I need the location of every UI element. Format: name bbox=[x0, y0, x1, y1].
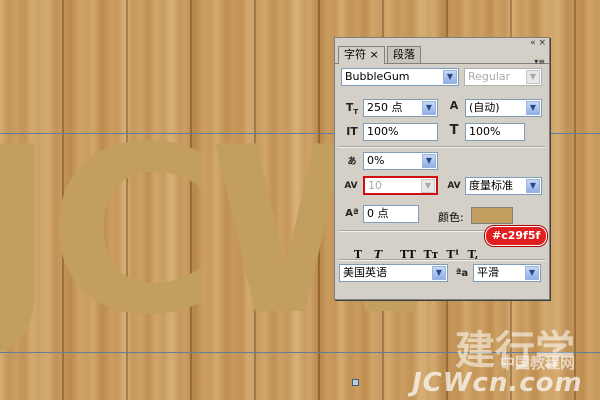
tsume-icon: あ bbox=[347, 157, 357, 167]
kerning-select[interactable]: 10 ▼ bbox=[363, 176, 438, 195]
font-style-select[interactable]: Regular ▼ bbox=[464, 68, 542, 86]
anti-alias-icon: ªa bbox=[455, 268, 469, 279]
baseline-shift-icon: Aª bbox=[345, 208, 359, 219]
panel-menu-icon[interactable]: ▾≡ bbox=[534, 57, 545, 66]
panel-divider bbox=[339, 259, 545, 261]
chevron-down-icon: ▼ bbox=[526, 70, 540, 84]
baseline-shift-value: 0 点 bbox=[367, 207, 389, 220]
color-hex-callout: #c29f5f bbox=[485, 226, 548, 246]
tab-character[interactable]: 字符 × bbox=[338, 46, 385, 64]
leading-icon: A bbox=[449, 99, 459, 112]
vertical-scale-icon: IT bbox=[346, 125, 358, 138]
panel-divider bbox=[339, 146, 545, 148]
chevron-down-icon: ▼ bbox=[422, 154, 436, 168]
color-label: 颜色: bbox=[438, 211, 464, 224]
chevron-down-icon: ▼ bbox=[526, 101, 540, 115]
language-select[interactable]: 美国英语 ▼ bbox=[339, 264, 448, 282]
tab-paragraph[interactable]: 段落 bbox=[387, 46, 421, 63]
font-size-value: 250 点 bbox=[367, 101, 403, 114]
tracking-value: 度量标准 bbox=[469, 179, 513, 192]
horizontal-scale-input[interactable]: 100% bbox=[465, 123, 525, 141]
horizontal-scale-value: 100% bbox=[469, 125, 501, 138]
anti-alias-value: 平滑 bbox=[477, 266, 499, 279]
tracking-select[interactable]: 度量标准 ▼ bbox=[465, 177, 542, 195]
panel-title-bar[interactable]: « × bbox=[335, 38, 549, 48]
panel-tabbar: 字符 × 段落 ▾≡ bbox=[335, 46, 549, 66]
character-panel: « × 字符 × 段落 ▾≡ BubbleGum ▼ Regular ▼ TT … bbox=[334, 37, 550, 300]
font-family-select[interactable]: BubbleGum ▼ bbox=[341, 68, 459, 86]
horizontal-scale-icon: T bbox=[449, 123, 459, 138]
chevron-down-icon: ▼ bbox=[525, 266, 539, 280]
tsume-select[interactable]: 0% ▼ bbox=[363, 152, 438, 170]
language-value: 美国英语 bbox=[343, 266, 387, 279]
chevron-down-icon: ▼ bbox=[422, 101, 436, 115]
bounding-box-handle[interactable] bbox=[352, 379, 359, 386]
text-color-swatch[interactable] bbox=[471, 207, 513, 224]
leading-value: (自动) bbox=[469, 101, 500, 114]
chevron-down-icon: ▼ bbox=[526, 179, 540, 193]
font-family-value: BubbleGum bbox=[345, 70, 410, 83]
vertical-scale-input[interactable]: 100% bbox=[363, 123, 438, 141]
chevron-down-icon: ▼ bbox=[432, 266, 446, 280]
leading-select[interactable]: (自动) ▼ bbox=[465, 99, 542, 117]
tracking-icon: AV bbox=[447, 181, 461, 191]
anti-alias-select[interactable]: 平滑 ▼ bbox=[473, 264, 541, 282]
baseline-shift-input[interactable]: 0 点 bbox=[363, 205, 419, 223]
watermark-url: JCWcn.com bbox=[412, 368, 583, 398]
vertical-scale-value: 100% bbox=[367, 125, 399, 138]
chevron-down-icon: ▼ bbox=[421, 179, 435, 193]
font-style-value: Regular bbox=[468, 70, 511, 83]
font-size-icon: TT bbox=[345, 101, 359, 117]
tsume-value: 0% bbox=[367, 154, 385, 167]
kerning-value: 10 bbox=[368, 179, 382, 192]
font-size-select[interactable]: 250 点 ▼ bbox=[363, 99, 438, 117]
kerning-icon: AV bbox=[344, 181, 358, 191]
chevron-down-icon: ▼ bbox=[443, 70, 457, 84]
